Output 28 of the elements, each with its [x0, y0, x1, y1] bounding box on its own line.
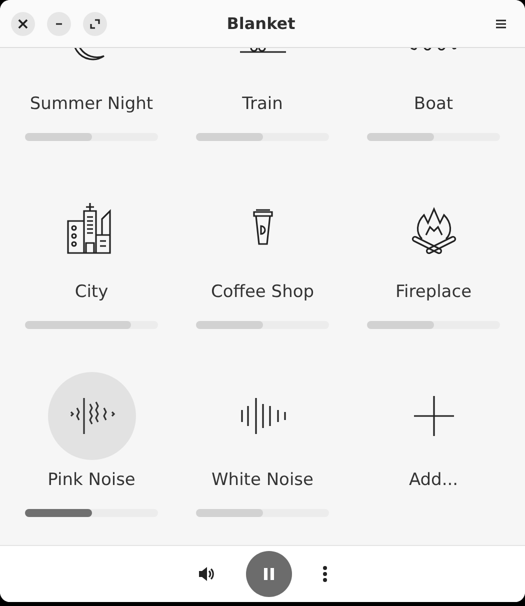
more-icon: [322, 565, 328, 583]
minimize-button[interactable]: [47, 12, 71, 36]
plus-icon: [412, 395, 454, 437]
sound-name: Boat: [414, 93, 454, 116]
sound-name: Summer Night: [30, 93, 154, 116]
maximize-button[interactable]: [83, 12, 107, 36]
sound-name: Pink Noise: [48, 469, 136, 492]
volume-slider[interactable]: [25, 509, 158, 517]
volume-slider[interactable]: [196, 321, 329, 329]
volume-slider[interactable]: [25, 133, 158, 141]
menu-icon: [495, 18, 507, 28]
pause-button[interactable]: [246, 551, 292, 597]
volume-slider[interactable]: [25, 321, 158, 329]
volume-slider[interactable]: [367, 321, 500, 329]
window-title: Blanket: [226, 14, 296, 33]
maximize-icon: [90, 18, 100, 28]
pause-icon: [262, 567, 274, 581]
sound-name: Add...: [408, 469, 458, 492]
close-button[interactable]: ×: [11, 12, 35, 36]
speaker-icon: [198, 566, 216, 582]
sound-name: Fireplace: [395, 281, 472, 304]
sound-name: City: [74, 281, 108, 304]
volume-slider[interactable]: [367, 133, 500, 141]
sound-name: Train: [242, 93, 283, 116]
sound-name: White Noise: [212, 469, 314, 492]
volume-slider[interactable]: [196, 133, 329, 141]
volume-slider[interactable]: [196, 509, 329, 517]
sound-name: Coffee Shop: [210, 281, 314, 304]
